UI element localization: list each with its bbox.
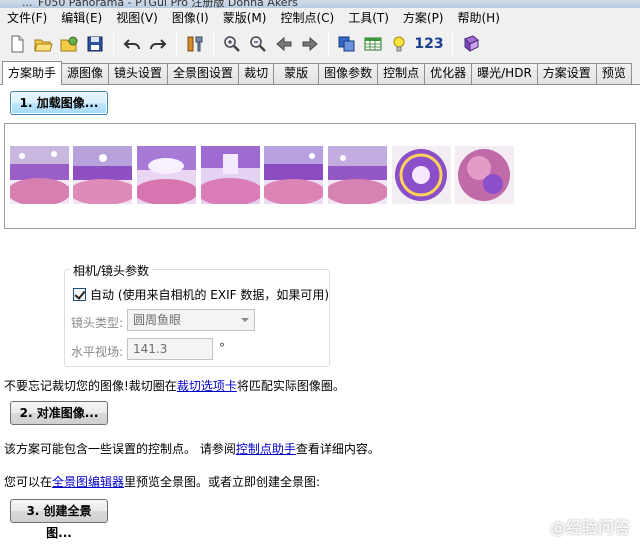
table-icon[interactable] xyxy=(360,31,385,57)
tab-source-images[interactable]: 源图像 xyxy=(61,63,110,84)
tab-mask[interactable]: 蒙版 xyxy=(273,63,320,84)
new-file-icon[interactable] xyxy=(4,31,29,57)
tab-exposure-hdr[interactable]: 曝光/HDR xyxy=(471,63,538,84)
menu-file[interactable]: 文件(F) xyxy=(0,8,54,28)
redo-icon[interactable] xyxy=(145,31,170,57)
tab-optimizer[interactable]: 优化器 xyxy=(424,63,473,84)
tab-bar: 方案助手 源图像 镜头设置 全景图设置 裁切 蒙版 图像参数 控制点 优化器 曝… xyxy=(0,60,640,85)
panorama-editor-icon[interactable] xyxy=(334,31,359,57)
tab-panorama-settings[interactable]: 全景图设置 xyxy=(167,63,240,84)
title-bar: ..._F050 Panorama - PTGui Pro 注册版 Donna … xyxy=(0,0,640,8)
menu-view[interactable]: 视图(V) xyxy=(109,8,165,28)
menu-project[interactable]: 方案(P) xyxy=(396,8,451,28)
arrow-right-icon[interactable] xyxy=(297,31,322,57)
image-thumbnail[interactable] xyxy=(201,146,260,204)
open-recent-icon[interactable] xyxy=(56,31,81,57)
numbers-icon[interactable]: 123 xyxy=(412,31,446,57)
align-images-button[interactable]: 2. 对准图像... xyxy=(10,401,108,425)
camera-lens-group: 相机/镜头参数 自动 (使用来自相机的 EXIF 数据，如果可用) 镜头类型: … xyxy=(64,262,330,367)
lens-type-label: 镜头类型: xyxy=(71,316,124,330)
tab-lens-settings[interactable]: 镜头设置 xyxy=(108,63,169,84)
tab-image-parameters[interactable]: 图像参数 xyxy=(318,63,379,84)
lens-tools-icon[interactable] xyxy=(182,31,207,57)
lens-type-select[interactable]: 圆周鱼眼 xyxy=(127,309,255,331)
hfov-input[interactable]: 141.3 xyxy=(127,338,213,360)
preview-note: 您可以在全景图编辑器里预览全景图。或者立即创建全景图: xyxy=(4,475,321,489)
control-point-assistant-link[interactable]: 控制点助手 xyxy=(236,442,296,456)
watermark: @经验问答 xyxy=(549,518,630,537)
menu-bar: 文件(F) 编辑(E) 视图(V) 图像(I) 蒙版(M) 控制点(C) 工具(… xyxy=(0,8,640,28)
menu-tools[interactable]: 工具(T) xyxy=(341,8,396,28)
image-thumbnail[interactable] xyxy=(73,146,132,204)
project-assistant-panel: 1. 加载图像... 相机/镜头参数 自动 (使用来自相机的 EXIF 数据，如… xyxy=(0,85,640,544)
chevron-down-icon xyxy=(241,318,249,322)
create-panorama-button[interactable]: 3. 创建全景图... xyxy=(10,499,108,540)
auto-exif-label: 自动 (使用来自相机的 EXIF 数据，如果可用) xyxy=(90,288,330,302)
menu-edit[interactable]: 编辑(E) xyxy=(54,8,109,28)
image-thumbnail[interactable] xyxy=(328,146,387,204)
crop-note: 不要忘记裁切您的图像!裁切圈在裁切选项卡将匹配实际图像圈。 xyxy=(4,379,345,393)
menu-mask[interactable]: 蒙版(M) xyxy=(216,8,274,28)
help-book-icon[interactable] xyxy=(458,31,483,57)
image-thumbnail[interactable] xyxy=(10,146,69,204)
hfov-unit: ° xyxy=(219,341,225,355)
image-thumbnail[interactable] xyxy=(392,146,451,204)
auto-exif-row[interactable]: 自动 (使用来自相机的 EXIF 数据，如果可用) xyxy=(73,286,329,303)
undo-icon[interactable] xyxy=(119,31,144,57)
auto-exif-checkbox[interactable] xyxy=(73,288,86,301)
toolbar-separator xyxy=(452,32,453,56)
lens-type-value: 圆周鱼眼 xyxy=(133,313,182,327)
toolbar-separator xyxy=(176,32,177,56)
tab-crop[interactable]: 裁切 xyxy=(238,63,275,84)
toolbar-separator xyxy=(213,32,214,56)
control-points-note: 该方案可能包含一些误置的控制点。 请参阅控制点助手查看详细内容。 xyxy=(4,442,380,456)
hfov-label: 水平视场: xyxy=(71,345,124,359)
crop-tab-link[interactable]: 裁切选项卡 xyxy=(177,379,237,393)
zoom-in-icon[interactable] xyxy=(219,31,244,57)
zoom-out-icon[interactable] xyxy=(245,31,270,57)
image-thumbnail[interactable] xyxy=(455,146,514,204)
tab-project-assistant[interactable]: 方案助手 xyxy=(2,61,63,85)
arrow-left-icon[interactable] xyxy=(271,31,296,57)
tab-project-settings[interactable]: 方案设置 xyxy=(536,63,597,84)
group-title: 相机/镜头参数 xyxy=(70,262,153,279)
window-title: ..._F050 Panorama - PTGui Pro 注册版 Donna … xyxy=(22,0,298,8)
thumbnail-panel xyxy=(4,123,636,229)
tab-preview[interactable]: 预览 xyxy=(595,63,632,84)
load-images-button[interactable]: 1. 加载图像... xyxy=(10,91,108,115)
image-thumbnail[interactable] xyxy=(264,146,323,204)
toolbar: 123 xyxy=(0,28,640,60)
lightbulb-icon[interactable] xyxy=(386,31,411,57)
open-folder-icon[interactable] xyxy=(30,31,55,57)
menu-help[interactable]: 帮助(H) xyxy=(451,8,507,28)
tab-control-points[interactable]: 控制点 xyxy=(377,63,426,84)
menu-control-points[interactable]: 控制点(C) xyxy=(273,8,341,28)
menu-image[interactable]: 图像(I) xyxy=(165,8,216,28)
save-icon[interactable] xyxy=(82,31,107,57)
toolbar-separator xyxy=(113,32,114,56)
image-thumbnail[interactable] xyxy=(137,146,196,204)
panorama-editor-link[interactable]: 全景图编辑器 xyxy=(52,475,124,489)
toolbar-separator xyxy=(328,32,329,56)
